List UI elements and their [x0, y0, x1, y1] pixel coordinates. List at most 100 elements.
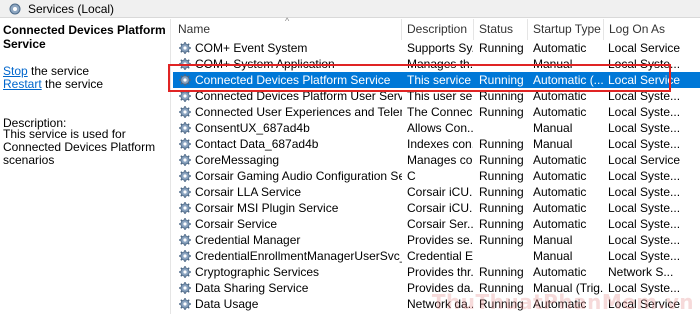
cell-startup-type: Automatic: [533, 41, 587, 55]
service-name: COM+ System Application: [195, 57, 335, 71]
service-gear-icon: [178, 233, 192, 247]
cell-status: [479, 56, 529, 72]
table-row[interactable]: Connected Devices Platform Service This s…: [173, 72, 700, 88]
table-row[interactable]: CoreMessaging Manages co... Running Automat…: [173, 152, 700, 168]
service-name: Connected Devices Platform Service: [195, 73, 391, 87]
service-name: Cryptographic Services: [195, 265, 320, 279]
cell-startup-type: Manual: [533, 249, 573, 263]
cell-log-on-as: Local Syste...: [608, 233, 681, 247]
cell-log-on-as: Local Syste...: [608, 249, 681, 263]
column-header-description[interactable]: Description: [402, 19, 474, 40]
table-row[interactable]: COM+ System Application Manages th... Manu…: [173, 56, 700, 72]
cell-startup-type: Manual: [533, 121, 573, 135]
cell-status: Running: [479, 137, 524, 151]
cell-startup-type: Automatic: [533, 169, 587, 183]
cell-name: COM+ Event System: [178, 40, 402, 56]
cell-log-on-as: Local Syste...: [608, 121, 681, 135]
service-gear-icon: [178, 169, 192, 183]
cell-description: Allows Con...: [407, 121, 473, 135]
service-name: COM+ Event System: [195, 41, 308, 55]
cell-name: Corsair LLA Service: [178, 184, 402, 200]
cell-startup-type: Manual: [533, 57, 573, 71]
cell-startup-type: Automatic: [533, 201, 587, 215]
service-gear-icon: [178, 201, 192, 215]
cell-description: Corsair Ser...: [407, 217, 473, 231]
table-row[interactable]: Corsair Gaming Audio Configuration Servi…: [173, 168, 700, 184]
cell-status: Running: [479, 217, 524, 231]
column-header-log-on-as[interactable]: Log On As: [604, 19, 700, 40]
column-header-status[interactable]: Status: [474, 19, 528, 40]
service-gear-icon: [178, 105, 192, 119]
service-gear-icon: [178, 41, 192, 55]
cell-status: Running: [479, 73, 524, 87]
stop-service-link[interactable]: Stop: [3, 64, 28, 78]
cell-description: C: [407, 169, 416, 183]
cell-description: Corsair iCU...: [407, 201, 473, 215]
service-name: Corsair LLA Service: [195, 185, 302, 199]
table-row[interactable]: Contact Data_687ad4b Indexes con... Runnin…: [173, 136, 700, 152]
cell-description: Corsair iCU...: [407, 185, 473, 199]
service-name: Contact Data_687ad4b: [195, 137, 319, 151]
cell-name: Connected User Experiences and Telemetry: [178, 104, 402, 120]
table-row[interactable]: Corsair LLA Service Corsair iCU... Running…: [173, 184, 700, 200]
table-row[interactable]: Connected User Experiences and Telemetry…: [173, 104, 700, 120]
window-title: Services (Local): [28, 1, 115, 16]
service-name: Data Sharing Service: [195, 281, 309, 295]
service-gear-icon: [178, 73, 192, 87]
cell-startup-type: Automatic: [533, 217, 587, 231]
table-row[interactable]: Cryptographic Services Provides thr... Run…: [173, 264, 700, 280]
cell-status: Running: [479, 233, 524, 247]
cell-log-on-as: Local Syste...: [608, 201, 681, 215]
cell-status: Running: [479, 153, 524, 167]
window-titlebar: Services (Local): [0, 0, 700, 18]
cell-startup-type: Automatic: [533, 153, 587, 167]
service-gear-icon: [178, 281, 192, 295]
cell-name: Cryptographic Services: [178, 264, 402, 280]
service-gear-icon: [178, 153, 192, 167]
cell-log-on-as: Local Service: [608, 153, 681, 167]
cell-description: Provides thr...: [407, 265, 473, 279]
pane-divider[interactable]: [170, 19, 171, 314]
table-row[interactable]: Corsair MSI Plugin Service Corsair iCU...…: [173, 200, 700, 216]
service-details-pane: Connected Devices Platform Service Stop …: [0, 19, 170, 314]
cell-startup-type: Automatic: [533, 89, 587, 103]
cell-log-on-as: Local Syste...: [608, 169, 681, 183]
cell-description: Manages th...: [407, 57, 473, 71]
cell-log-on-as: Local Syste...: [608, 185, 681, 199]
table-row[interactable]: ConsentUX_687ad4b Allows Con... Manual Loca…: [173, 120, 700, 136]
cell-name: CredentialEnrollmentManagerUserSvc_687a.…: [178, 248, 402, 264]
services-table: ^ Name Description Status Startup Type L…: [173, 16, 700, 314]
service-name: Connected Devices Platform User Service_…: [195, 89, 402, 103]
cell-status: Running: [479, 169, 524, 183]
cell-log-on-as: Local Service: [608, 41, 681, 55]
cell-log-on-as: Network S...: [608, 265, 674, 279]
restart-service-suffix: the service: [41, 77, 104, 91]
cell-status: Running: [479, 265, 524, 279]
table-row[interactable]: Connected Devices Platform User Service_…: [173, 88, 700, 104]
cell-name: Connected Devices Platform Service: [178, 72, 402, 88]
cell-name: Data Usage: [178, 296, 402, 312]
table-row[interactable]: CredentialEnrollmentManagerUserSvc_687a.…: [173, 248, 700, 264]
service-gear-icon: [178, 57, 192, 71]
service-gear-icon: [178, 297, 192, 311]
restart-service-link[interactable]: Restart: [3, 77, 42, 91]
cell-status: [479, 248, 529, 264]
service-name: Corsair Service: [195, 217, 278, 231]
cell-status: Running: [479, 105, 524, 119]
cell-startup-type: Manual: [533, 233, 573, 247]
cell-description: Credential E...: [407, 249, 473, 263]
cell-log-on-as: Local Syste...: [608, 217, 681, 231]
cell-name: CoreMessaging: [178, 152, 402, 168]
cell-startup-type: Manual: [533, 137, 573, 151]
service-gear-icon: [178, 185, 192, 199]
column-header-name[interactable]: Name: [173, 19, 402, 40]
cell-log-on-as: Local Syste...: [608, 57, 681, 71]
column-header-startup-type[interactable]: Startup Type: [528, 19, 604, 40]
service-name: Corsair Gaming Audio Configuration Servi…: [195, 169, 402, 183]
stop-service-suffix: the service: [27, 64, 90, 78]
cell-startup-type: Automatic: [533, 265, 587, 279]
table-row[interactable]: Corsair Service Corsair Ser... Running Auto…: [173, 216, 700, 232]
service-gear-icon: [178, 121, 192, 135]
table-row[interactable]: COM+ Event System Supports Sy... Running Au…: [173, 40, 700, 56]
table-row[interactable]: Credential Manager Provides se... Running M…: [173, 232, 700, 248]
